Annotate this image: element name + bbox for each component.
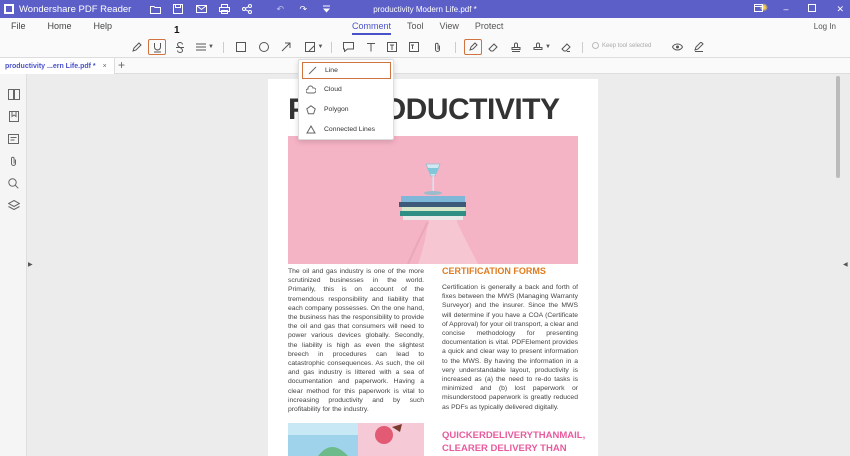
ribbon-tabs: Comment Tool View Protect: [352, 21, 503, 35]
brand: Wondershare PDF Reader: [0, 4, 131, 15]
menu-file[interactable]: File: [11, 21, 26, 31]
share-icon[interactable]: [241, 4, 253, 15]
stamp-icon[interactable]: [510, 39, 522, 55]
connected-lines-icon: [306, 125, 316, 135]
typewriter-icon[interactable]: [365, 39, 377, 55]
expand-sidebar-arrow-icon[interactable]: ▶: [28, 261, 33, 268]
dropdown-item-label: Cloud: [324, 86, 342, 93]
hero-image: [288, 136, 578, 264]
dropdown-item-line[interactable]: Line: [302, 62, 391, 79]
main-menu: File Home Help: [11, 21, 112, 31]
dropdown-item-cloud[interactable]: Cloud: [302, 81, 391, 98]
close-icon[interactable]: ✕: [836, 4, 844, 15]
shape-dropdown-menu: Line Cloud Polygon Connected Lines: [298, 59, 394, 140]
customize-dropdown-icon[interactable]: [320, 4, 332, 15]
email-icon[interactable]: [195, 4, 207, 15]
keep-tool-selected-label: Keep tool selected: [602, 42, 652, 49]
toolbar-separator: [455, 42, 456, 53]
document-tab-label: productivity ...ern Life.pdf *: [5, 62, 96, 70]
pink-subheading: QUICKER DELIVERY THAN MAIL, CLEARER DELI…: [442, 429, 585, 456]
underline-tool-button[interactable]: [148, 39, 166, 55]
toolbar-separator: [582, 42, 583, 53]
right-paragraph: Certification is generally a back and fo…: [442, 284, 579, 411]
vertical-scrollbar[interactable]: [835, 74, 841, 456]
undo-icon[interactable]: ↶: [274, 4, 286, 15]
close-tab-icon[interactable]: ×: [103, 63, 107, 70]
scrollbar-thumb[interactable]: [836, 76, 840, 178]
comments-panel-icon[interactable]: [7, 132, 20, 145]
pink-heading-word: DELIVERY: [485, 430, 533, 441]
restore-icon[interactable]: [754, 4, 764, 14]
signature-dropdown-button[interactable]: ▼: [532, 39, 552, 55]
strikethrough-icon[interactable]: [174, 39, 186, 55]
checkbox-icon: [592, 42, 599, 49]
sticky-note-icon[interactable]: [342, 39, 354, 55]
area-highlight-button[interactable]: [464, 39, 482, 55]
menu-bar: File Home Help Comment Tool View Protect…: [0, 18, 850, 36]
bookmark-icon[interactable]: [7, 110, 20, 123]
thumbnails-icon[interactable]: [7, 88, 20, 101]
pink-heading-word: QUICKER: [442, 430, 486, 441]
section-heading: CERTIFICATION FORMS: [442, 266, 546, 276]
dropdown-item-connected-lines[interactable]: Connected Lines: [302, 121, 391, 138]
brand-name: Wondershare PDF Reader: [19, 3, 132, 15]
left-paragraph: The oil and gas industry is one of the m…: [288, 268, 424, 414]
document-tab-bar: productivity ...ern Life.pdf * × +: [0, 58, 850, 74]
open-folder-icon[interactable]: [149, 4, 161, 15]
text-box-icon[interactable]: [386, 39, 398, 55]
tab-comment[interactable]: Comment: [352, 21, 392, 35]
search-icon[interactable]: [7, 177, 20, 190]
attachments-panel-icon[interactable]: [7, 155, 20, 168]
cloud-icon: [306, 85, 316, 95]
eraser-icon[interactable]: [487, 39, 499, 55]
arrow-icon[interactable]: [280, 39, 292, 55]
erase-all-icon[interactable]: [560, 39, 572, 55]
dropdown-item-polygon[interactable]: Polygon: [302, 101, 391, 118]
dropdown-item-label: Line: [325, 67, 338, 74]
dropdown-item-label: Connected Lines: [324, 126, 376, 133]
left-sidebar: [0, 74, 27, 456]
pink-heading-line2: CLEARER DELIVERY THAN EMAIL: [442, 443, 567, 454]
minimize-icon[interactable]: –: [783, 4, 788, 14]
layers-icon[interactable]: [7, 199, 20, 212]
highlight-pen-icon[interactable]: [130, 39, 142, 55]
menu-home[interactable]: Home: [48, 21, 72, 31]
keep-tool-selected-toggle[interactable]: Keep tool selected: [592, 42, 651, 49]
show-comments-eye-icon[interactable]: [671, 39, 683, 55]
menu-help[interactable]: Help: [94, 21, 113, 31]
login-link[interactable]: Log In: [814, 22, 836, 31]
text-menu-dropdown[interactable]: ▼: [195, 39, 215, 55]
comment-toolbar: ▼ ▼ ▼ Keep tool selected: [0, 36, 850, 58]
rectangle-icon[interactable]: [235, 39, 247, 55]
app-logo-icon: [4, 4, 14, 14]
callout-icon[interactable]: [408, 39, 420, 55]
line-icon: [307, 66, 317, 76]
toolbar-separator: [223, 42, 224, 53]
print-icon[interactable]: [218, 4, 230, 15]
tab-view[interactable]: View: [440, 21, 459, 35]
document-tab[interactable]: productivity ...ern Life.pdf * ×: [0, 58, 115, 74]
quick-access-toolbar: ↶ ↷: [149, 4, 332, 15]
attachment-icon[interactable]: [431, 39, 443, 55]
toolbar-separator: [331, 42, 332, 53]
maximize-icon[interactable]: [808, 4, 817, 14]
tab-tool[interactable]: Tool: [407, 21, 424, 35]
add-tab-button[interactable]: +: [118, 58, 125, 72]
save-icon[interactable]: [172, 4, 184, 15]
pink-heading-word: MAIL,: [559, 430, 586, 441]
pen-edit-icon[interactable]: [693, 39, 705, 55]
window-controls: – ✕: [754, 0, 844, 18]
dropdown-item-label: Polygon: [324, 106, 349, 113]
tab-protect[interactable]: Protect: [475, 21, 504, 35]
polygon-icon: [306, 104, 316, 115]
expand-right-panel-arrow-icon[interactable]: ◀: [843, 261, 848, 268]
oval-icon[interactable]: [258, 39, 270, 55]
bottom-photo: [288, 423, 424, 456]
redo-icon[interactable]: ↷: [297, 4, 309, 15]
shape-dropdown-button[interactable]: ▼: [303, 39, 325, 55]
title-bar: Wondershare PDF Reader ↶ ↷ productivity …: [0, 0, 850, 18]
pink-heading-word: THAN: [532, 430, 560, 441]
step-marker-1: 1: [174, 25, 180, 36]
